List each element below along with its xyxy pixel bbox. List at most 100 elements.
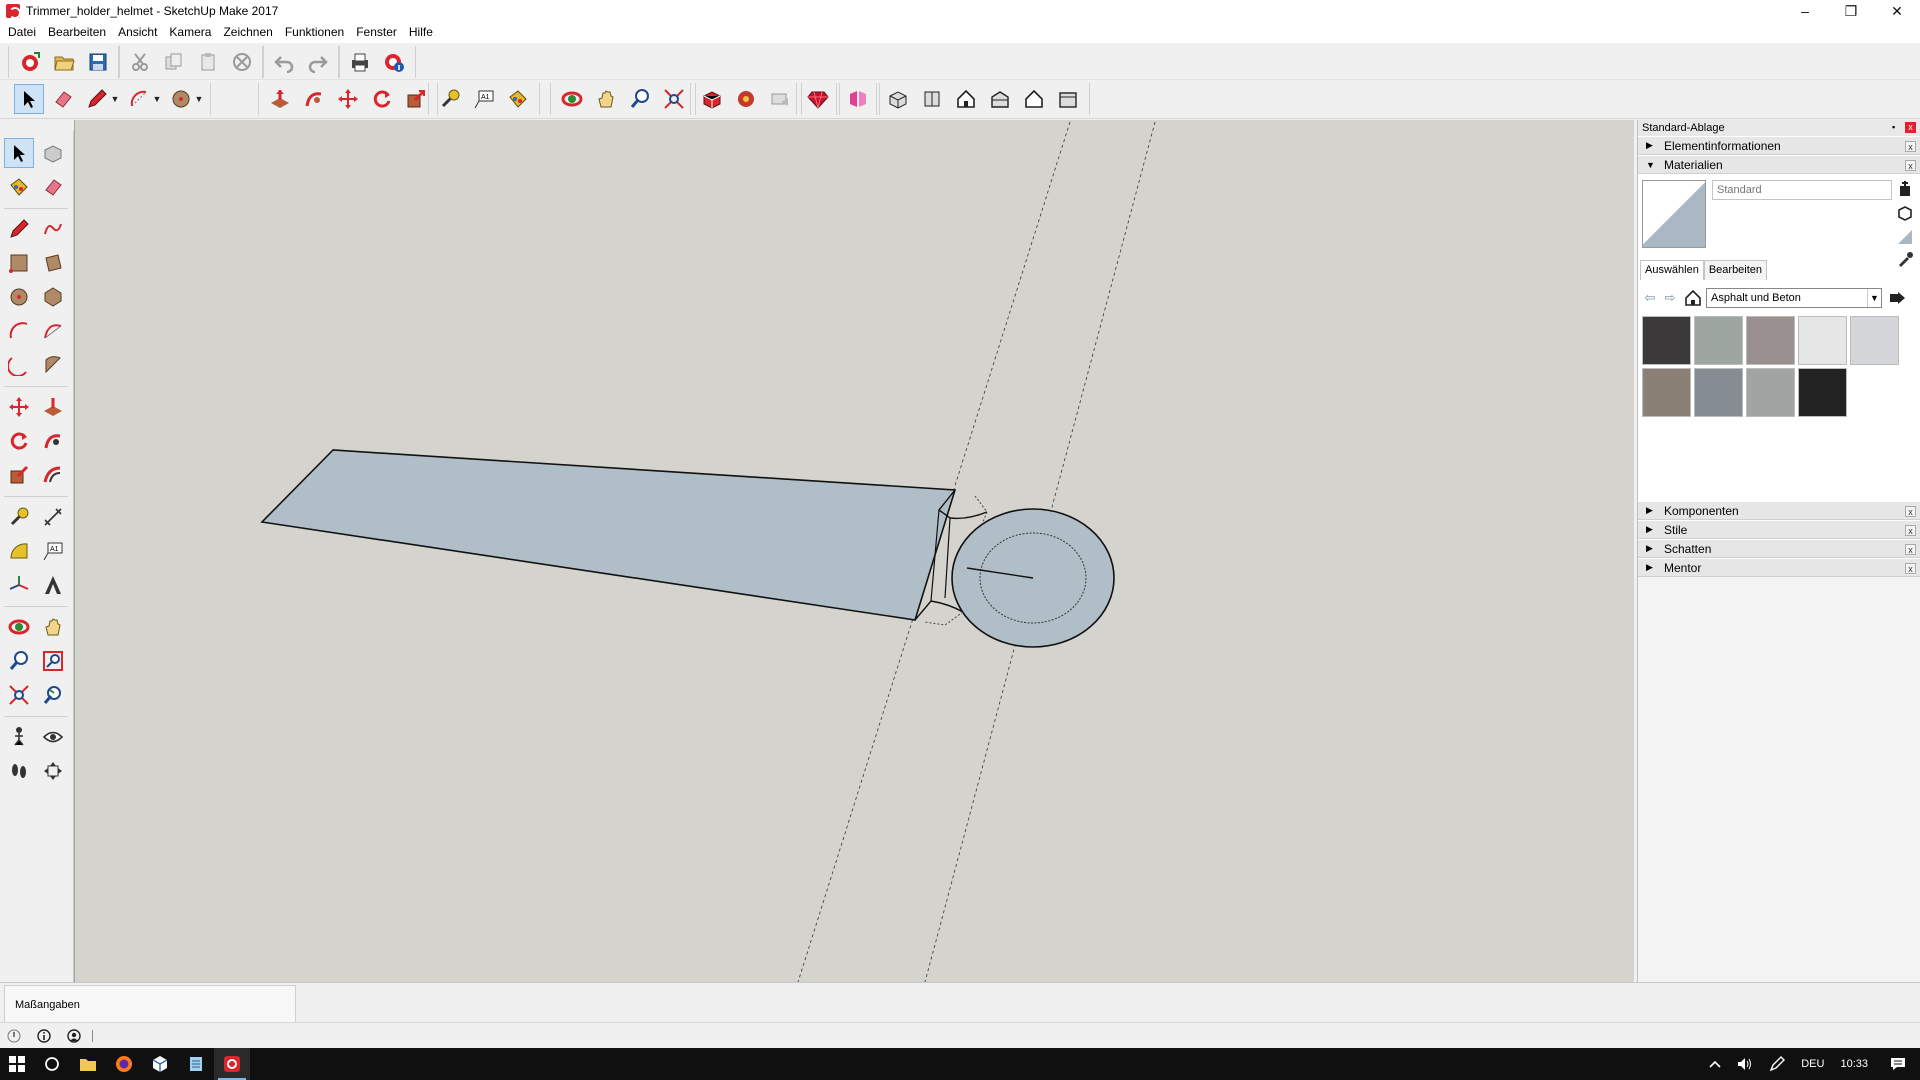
back-arrow-icon[interactable]: ⇦ bbox=[1640, 288, 1660, 308]
taskbar-app-cube[interactable] bbox=[142, 1048, 178, 1080]
credits-info-icon[interactable] bbox=[36, 1028, 52, 1044]
palette-2point-arc-tool[interactable] bbox=[38, 316, 68, 346]
menu-zeichnen[interactable]: Zeichnen bbox=[217, 22, 278, 43]
view-left-button[interactable] bbox=[1053, 84, 1083, 114]
palette-axes-tool[interactable] bbox=[4, 570, 34, 600]
palette-eraser-tool[interactable] bbox=[38, 172, 68, 202]
view-iso-button[interactable] bbox=[883, 84, 913, 114]
palette-text-tool[interactable]: A1 bbox=[38, 536, 68, 566]
material-library-select[interactable]: Asphalt und Beton ▼ bbox=[1706, 288, 1882, 308]
minimize-button[interactable]: – bbox=[1782, 0, 1828, 22]
eraser-tool-button[interactable] bbox=[48, 84, 78, 114]
palette-orbit-tool[interactable] bbox=[4, 612, 34, 642]
palette-pie-tool[interactable] bbox=[38, 350, 68, 380]
search-button[interactable] bbox=[34, 1048, 70, 1080]
view-front-button[interactable] bbox=[951, 84, 981, 114]
model-info-button[interactable] bbox=[379, 47, 409, 77]
material-swatch[interactable] bbox=[1694, 368, 1743, 417]
menu-datei[interactable]: Datei bbox=[2, 22, 42, 43]
palette-arc-tool[interactable] bbox=[4, 316, 34, 346]
extension-warehouse-button[interactable] bbox=[803, 84, 833, 114]
tape-measure-button[interactable] bbox=[435, 84, 465, 114]
palette-rectangle-tool[interactable] bbox=[4, 248, 34, 278]
palette-rotated-rectangle-tool[interactable] bbox=[38, 248, 68, 278]
user-account-icon[interactable] bbox=[66, 1028, 82, 1044]
material-name-field[interactable]: Standard bbox=[1712, 180, 1892, 200]
erase-button[interactable] bbox=[227, 47, 257, 77]
restore-button[interactable]: ❐ bbox=[1828, 0, 1874, 22]
new-file-button[interactable] bbox=[15, 47, 45, 77]
view-top-button[interactable] bbox=[917, 84, 947, 114]
panel-materials[interactable]: ▼ Materialien x bbox=[1638, 155, 1920, 174]
palette-offset-tool[interactable] bbox=[38, 460, 68, 490]
push-pull-button[interactable] bbox=[265, 84, 295, 114]
tab-auswaehlen[interactable]: Auswählen bbox=[1640, 260, 1704, 280]
material-swatch[interactable] bbox=[1798, 316, 1847, 365]
palette-component-tool[interactable] bbox=[38, 138, 68, 168]
panel-close-button[interactable]: x bbox=[1905, 160, 1916, 171]
palette-push-pull-tool[interactable] bbox=[38, 392, 68, 422]
input-language[interactable]: DEU bbox=[1793, 1048, 1832, 1080]
panel-entity-info[interactable]: ▶ Elementinformationen x bbox=[1638, 136, 1920, 155]
material-swatch[interactable] bbox=[1798, 368, 1847, 417]
palette-position-camera-tool[interactable] bbox=[4, 722, 34, 752]
palette-polygon-tool[interactable] bbox=[38, 282, 68, 312]
follow-me-button[interactable] bbox=[299, 84, 329, 114]
arc-tool-dropdown[interactable]: ▼ bbox=[152, 84, 162, 114]
default-material-icon[interactable] bbox=[1896, 228, 1914, 246]
palette-move-tool[interactable] bbox=[4, 392, 34, 422]
text-tool-button[interactable]: A1 bbox=[469, 84, 499, 114]
print-button[interactable] bbox=[345, 47, 375, 77]
panel-components[interactable]: ▶ Komponenten x bbox=[1638, 501, 1920, 520]
show-hidden-icons-button[interactable] bbox=[1701, 1048, 1729, 1080]
material-box-icon[interactable] bbox=[1896, 204, 1914, 222]
section-plane-button[interactable] bbox=[843, 84, 873, 114]
panel-styles[interactable]: ▶ Stile x bbox=[1638, 520, 1920, 539]
volume-button[interactable] bbox=[1729, 1048, 1761, 1080]
palette-walk-tool[interactable] bbox=[4, 756, 34, 786]
tab-bearbeiten[interactable]: Bearbeiten bbox=[1703, 260, 1768, 280]
palette-paint-tool[interactable] bbox=[4, 172, 34, 202]
palette-zoom-extents-tool[interactable] bbox=[4, 680, 34, 710]
taskbar-sketchup[interactable] bbox=[214, 1048, 250, 1080]
clock[interactable]: 10:33 bbox=[1832, 1048, 1876, 1080]
view-right-button[interactable] bbox=[985, 84, 1015, 114]
panel-close-button[interactable]: x bbox=[1905, 563, 1916, 574]
palette-freehand-tool[interactable] bbox=[38, 214, 68, 244]
action-center-button[interactable] bbox=[1876, 1048, 1920, 1080]
pin-icon[interactable]: ▪ bbox=[1892, 122, 1902, 132]
zoom-button[interactable] bbox=[625, 84, 655, 114]
material-swatch[interactable] bbox=[1746, 368, 1795, 417]
details-arrow-icon[interactable] bbox=[1888, 289, 1906, 307]
taskbar-notepad[interactable] bbox=[178, 1048, 214, 1080]
pan-button[interactable] bbox=[591, 84, 621, 114]
scale-tool-button[interactable] bbox=[401, 84, 431, 114]
move-tool-button[interactable] bbox=[333, 84, 363, 114]
palette-circle-tool[interactable] bbox=[4, 282, 34, 312]
line-tool-button[interactable] bbox=[82, 84, 112, 114]
palette-previous-view-tool[interactable] bbox=[38, 680, 68, 710]
start-button[interactable] bbox=[0, 1048, 34, 1080]
material-swatch[interactable] bbox=[1642, 368, 1691, 417]
palette-select-tool[interactable] bbox=[4, 138, 34, 168]
rectangle-face[interactable] bbox=[260, 449, 957, 621]
palette-follow-me-tool[interactable] bbox=[38, 426, 68, 456]
arc-tool-button[interactable] bbox=[124, 84, 154, 114]
palette-look-around-tool[interactable] bbox=[38, 722, 68, 752]
panel-close-button[interactable]: x bbox=[1905, 525, 1916, 536]
measurements-box[interactable]: Maßangaben bbox=[4, 985, 296, 1023]
palette-section-plane-tool[interactable] bbox=[38, 756, 68, 786]
3d-warehouse-button[interactable] bbox=[697, 84, 727, 114]
palette-rotate-tool[interactable] bbox=[4, 426, 34, 456]
paste-button[interactable] bbox=[193, 47, 223, 77]
line-tool-dropdown[interactable]: ▼ bbox=[110, 84, 120, 114]
menu-bearbeiten[interactable]: Bearbeiten bbox=[42, 22, 112, 43]
zoom-extents-button[interactable] bbox=[659, 84, 689, 114]
palette-pan-tool[interactable] bbox=[38, 612, 68, 642]
undo-button[interactable] bbox=[269, 47, 299, 77]
share-component-button[interactable] bbox=[731, 84, 761, 114]
close-button[interactable]: ✕ bbox=[1874, 0, 1920, 22]
menu-kamera[interactable]: Kamera bbox=[163, 22, 217, 43]
menu-fenster[interactable]: Fenster bbox=[350, 22, 403, 43]
palette-3d-text-tool[interactable] bbox=[38, 570, 68, 600]
